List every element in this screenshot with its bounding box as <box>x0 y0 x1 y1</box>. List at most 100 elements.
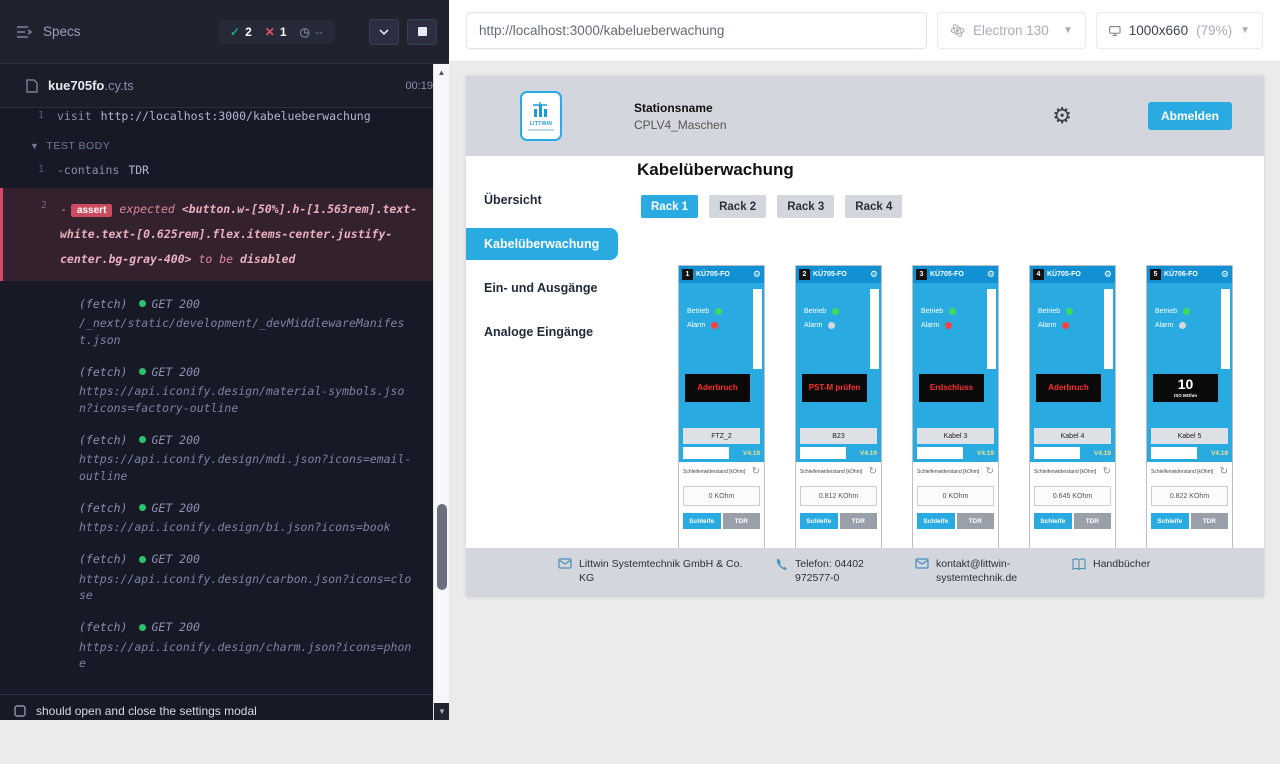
stop-button[interactable] <box>407 19 437 45</box>
spec-file-row[interactable]: kue705fo.cy.ts 00:19 <box>0 64 449 108</box>
schleife-button[interactable]: Schleife <box>683 513 721 529</box>
test-stats: ✓2 ✕1 ◷-- <box>218 20 335 44</box>
device-cards: 1KÜ705-FO⚙ Betrieb Alarm Aderbruch FTZ_2… <box>678 265 1264 548</box>
log-fetch-row[interactable]: (fetch)GET 200 https://api.iconify.desig… <box>0 619 449 672</box>
log-fetch-row[interactable]: (fetch)GET 200 /_next/static/development… <box>0 296 449 349</box>
device-card: 4KÜ705-FO⚙ Betrieb Alarm Aderbruch Kabel… <box>1029 265 1116 548</box>
viewport-selector[interactable]: 1000x660 (79%) ▼ <box>1096 12 1263 49</box>
resistance-value: 0 KOhm <box>683 486 760 506</box>
schleife-button[interactable]: Schleife <box>1151 513 1189 529</box>
betrieb-led-icon <box>715 308 722 315</box>
tdr-button[interactable]: TDR <box>723 513 761 529</box>
resistance-value: 0.812 KOhm <box>800 486 877 506</box>
refresh-icon[interactable]: ↻ <box>752 467 760 477</box>
schleife-button[interactable]: Schleife <box>917 513 955 529</box>
alarm-led-icon <box>711 322 718 329</box>
betrieb-led-icon <box>1183 308 1190 315</box>
url-input[interactable] <box>466 12 927 49</box>
log-fetch-row[interactable]: (fetch)GET 200 https://api.iconify.desig… <box>0 432 449 485</box>
next-test-row[interactable]: should open and close the settings modal <box>0 694 449 726</box>
refresh-icon[interactable]: ↻ <box>986 467 994 477</box>
tab-rack-1[interactable]: Rack 1 <box>641 195 698 218</box>
tdr-button[interactable]: TDR <box>957 513 995 529</box>
log-failed-assert[interactable]: 2 -assertexpected <button.w-[50%].h-[1.5… <box>0 188 449 280</box>
cable-name: Kabel 5 <box>1151 428 1228 444</box>
log-fetch-row[interactable]: (fetch)GET 200 https://api.iconify.desig… <box>0 551 449 604</box>
test-body-section[interactable]: ▼ TEST BODY <box>0 128 449 158</box>
footer-email[interactable]: kontakt@littwin-systemtechnik.de <box>915 557 1048 585</box>
runner-header: Specs ✓2 ✕1 ◷-- <box>0 0 449 64</box>
refresh-icon[interactable]: ↻ <box>1103 467 1111 477</box>
schleife-button[interactable]: Schleife <box>800 513 838 529</box>
tdr-button[interactable]: TDR <box>1191 513 1229 529</box>
sidebar-item-ein-und-ausgaenge[interactable]: Ein- und Ausgänge <box>466 272 618 304</box>
indicator-strip <box>870 289 879 369</box>
indicator-strip <box>1104 289 1113 369</box>
footer-phone[interactable]: Telefon: 04402 972577-0 <box>775 557 893 585</box>
refresh-icon[interactable]: ↻ <box>869 467 877 477</box>
status-display: 10 ISO MOhm <box>1153 374 1218 402</box>
assert-badge: assert <box>71 204 112 217</box>
page-title: Kabelüberwachung <box>637 160 1264 180</box>
site-sidebar: Übersicht Kabelüberwachung Ein- und Ausg… <box>466 156 618 548</box>
scrollbar-thumb[interactable] <box>437 504 447 590</box>
spec-duration: 00:19 <box>405 80 433 92</box>
tab-rack-4[interactable]: Rack 4 <box>845 195 902 218</box>
status-display: Erdschluss <box>919 374 984 402</box>
specs-menu[interactable]: Specs <box>16 24 81 39</box>
collapse-button[interactable] <box>369 19 399 45</box>
log-fetch-row[interactable]: (fetch)GET 200 https://api.iconify.desig… <box>0 364 449 417</box>
sidebar-item-kabelueberwachung[interactable]: Kabelüberwachung <box>466 228 618 260</box>
tab-rack-2[interactable]: Rack 2 <box>709 195 766 218</box>
log-contains-command[interactable]: 1 -containsTDR <box>0 158 449 182</box>
monitor-icon <box>1109 24 1121 38</box>
cypress-runner-panel: Specs ✓2 ✕1 ◷-- kue705fo.cy.ts 00:19 1 v… <box>0 0 449 720</box>
phone-icon <box>775 558 788 571</box>
station-info: Stationsname CPLV4_Maschen <box>634 101 727 132</box>
chevron-down-icon: ▼ <box>1063 25 1073 36</box>
card-settings-icon[interactable]: ⚙ <box>1221 270 1229 279</box>
log-fetch-row[interactable]: (fetch)GET 200 https://api.iconify.desig… <box>0 500 449 536</box>
stat-pending: ◷-- <box>300 25 323 39</box>
settings-gear-icon[interactable]: ⚙ <box>1052 105 1072 127</box>
status-dot-icon <box>139 504 146 511</box>
littwin-app: LITTWIN Stationsname CPLV4_Maschen ⚙ Abm… <box>466 76 1264 597</box>
sidebar-item-analoge-eingaenge[interactable]: Analoge Eingänge <box>466 316 618 348</box>
firmware-version: V4.19 <box>977 450 994 457</box>
card-settings-icon[interactable]: ⚙ <box>987 270 995 279</box>
card-settings-icon[interactable]: ⚙ <box>870 270 878 279</box>
footer-manuals[interactable]: Handbücher <box>1072 557 1150 571</box>
tdr-button[interactable]: TDR <box>1074 513 1112 529</box>
scroll-up-arrow[interactable]: ▲ <box>434 64 449 80</box>
device-card: 1KÜ705-FO⚙ Betrieb Alarm Aderbruch FTZ_2… <box>678 265 765 548</box>
sidebar-item-uebersicht[interactable]: Übersicht <box>466 184 618 216</box>
assert-message: expected <button.w-[50%].h-[1.563rem].te… <box>60 202 417 266</box>
card-settings-icon[interactable]: ⚙ <box>1104 270 1112 279</box>
tab-rack-3[interactable]: Rack 3 <box>777 195 834 218</box>
station-label: Stationsname <box>634 101 727 115</box>
schleife-button[interactable]: Schleife <box>1034 513 1072 529</box>
cross-icon: ✕ <box>265 25 275 39</box>
status-dot-icon <box>139 624 146 631</box>
scroll-down-arrow[interactable]: ▼ <box>434 703 450 720</box>
aut-toolbar: Electron 130 ▼ 1000x660 (79%) ▼ <box>449 0 1280 62</box>
refresh-icon[interactable]: ↻ <box>1220 467 1228 477</box>
browser-selector[interactable]: Electron 130 ▼ <box>937 12 1086 49</box>
main-content: Kabelüberwachung Rack 1 Rack 2 Rack 3 Ra… <box>618 156 1264 548</box>
site-header: LITTWIN Stationsname CPLV4_Maschen ⚙ Abm… <box>466 76 1264 156</box>
cable-name: Kabel 4 <box>1034 428 1111 444</box>
betrieb-led-icon <box>832 308 839 315</box>
status-dot-icon <box>139 436 146 443</box>
logout-button[interactable]: Abmelden <box>1148 102 1232 130</box>
tdr-button[interactable]: TDR <box>840 513 878 529</box>
log-visit-command[interactable]: 1 visithttp://localhost:3000/kabelueberw… <box>0 108 449 128</box>
firmware-version: V4.19 <box>860 450 877 457</box>
status-dot-icon <box>139 300 146 307</box>
mail-icon <box>558 558 572 569</box>
card-settings-icon[interactable]: ⚙ <box>753 270 761 279</box>
indicator-strip <box>987 289 996 369</box>
command-log: 1 visithttp://localhost:3000/kabelueberw… <box>0 108 449 694</box>
alarm-led-icon <box>1179 322 1186 329</box>
test-box-icon <box>14 705 26 717</box>
runner-scrollbar[interactable]: ▲ ▼ <box>433 64 449 720</box>
